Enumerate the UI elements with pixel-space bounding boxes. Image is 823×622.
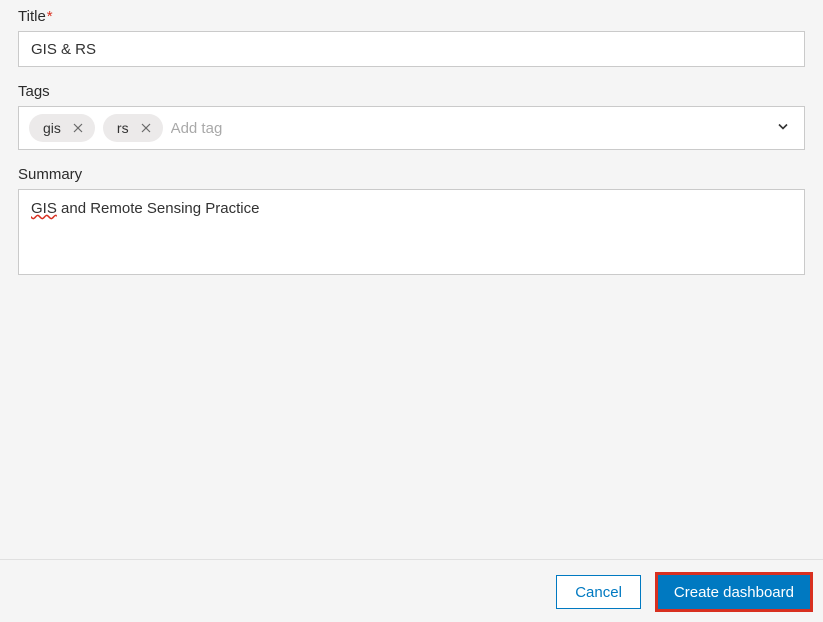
tag-chip: gis xyxy=(29,114,95,142)
tag-text: rs xyxy=(117,120,129,136)
title-field-group: Title* xyxy=(18,8,805,67)
create-dashboard-button[interactable]: Create dashboard xyxy=(658,575,810,609)
close-icon[interactable] xyxy=(139,121,153,135)
close-icon[interactable] xyxy=(71,121,85,135)
title-label: Title* xyxy=(18,8,805,25)
add-tag-input[interactable] xyxy=(171,120,764,137)
summary-field-group: Summary GIS and Remote Sensing Practice xyxy=(18,166,805,275)
form-area: Title* Tags gis rs Summary xyxy=(0,0,823,275)
summary-textarea[interactable]: GIS and Remote Sensing Practice xyxy=(18,189,805,275)
primary-button-highlight: Create dashboard xyxy=(655,572,813,612)
tags-input-box[interactable]: gis rs xyxy=(18,106,805,150)
tags-label: Tags xyxy=(18,83,805,100)
title-input[interactable] xyxy=(18,31,805,67)
title-label-text: Title xyxy=(18,8,46,25)
footer-actions: Cancel Create dashboard xyxy=(0,559,823,622)
required-indicator: * xyxy=(47,8,53,25)
tags-field-group: Tags gis rs xyxy=(18,83,805,150)
spellcheck-word: GIS xyxy=(31,200,57,217)
tag-text: gis xyxy=(43,120,61,136)
tag-chip: rs xyxy=(103,114,163,142)
cancel-button[interactable]: Cancel xyxy=(556,575,641,609)
summary-label: Summary xyxy=(18,166,805,183)
chevron-down-icon[interactable] xyxy=(776,120,790,137)
summary-rest-text: and Remote Sensing Practice xyxy=(57,200,260,217)
